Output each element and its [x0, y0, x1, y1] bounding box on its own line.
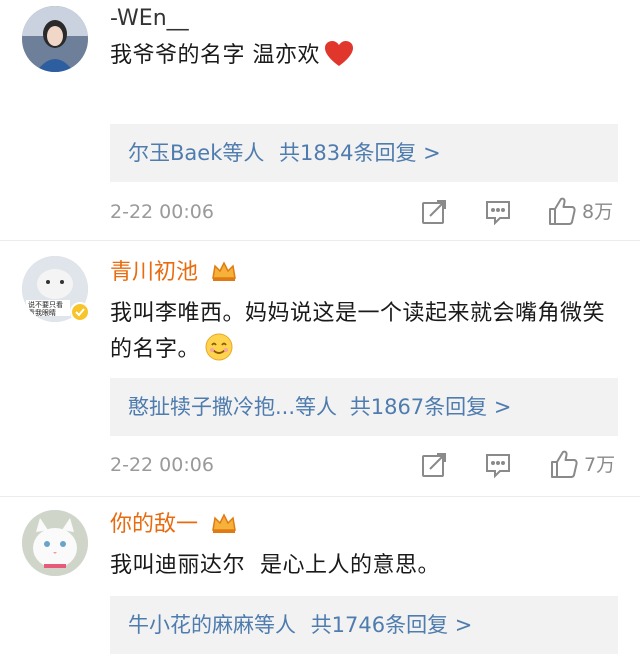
vip-crown-icon — [211, 512, 237, 541]
repost-icon[interactable] — [420, 451, 448, 479]
reply-users: 憨扯犊子撒冷抱...等人 — [128, 395, 338, 419]
avatar[interactable] — [22, 510, 88, 576]
username[interactable]: 青川初池 — [110, 260, 237, 289]
comment-icon[interactable] — [484, 451, 512, 479]
username[interactable]: 你的敌一 — [110, 512, 237, 541]
reply-users: 尔玉Baek等人 — [128, 141, 265, 165]
like-icon[interactable] — [550, 449, 578, 478]
smile-icon — [204, 332, 234, 374]
comment-text-content: 我叫李唯西。妈妈说这是一个读起来就会嘴角微笑的名字。 — [110, 301, 606, 362]
comment-text: 我叫李唯西。妈妈说这是一个读起来就会嘴角微笑的名字。 — [110, 296, 610, 374]
username-text: 青川初池 — [110, 260, 199, 285]
reply-users: 牛小花的麻麻等人 — [128, 613, 296, 637]
comment-text: 我爷爷的名字 温亦欢 — [110, 38, 610, 80]
divider — [0, 496, 640, 497]
reply-count: 共1834条回复 > — [279, 141, 441, 165]
username-text: 你的敌一 — [110, 512, 199, 537]
like-icon[interactable] — [548, 196, 576, 225]
reply-summary[interactable]: 憨扯犊子撒冷抱...等人 共1867条回复 > — [110, 378, 618, 436]
avatar[interactable] — [22, 6, 88, 72]
svg-text:说不要只看: 说不要只看 — [28, 300, 63, 309]
like-count: 8万 — [582, 201, 614, 223]
reply-summary[interactable]: 牛小花的麻麻等人 共1746条回复 > — [110, 596, 618, 654]
comment-icon[interactable] — [484, 198, 512, 226]
reply-count: 共1746条回复 > — [310, 613, 473, 637]
comment-text: 我叫迪丽达尔 是心上人的意思。 — [110, 553, 440, 578]
comment-time: 2-22 00:06 — [110, 454, 214, 476]
divider — [0, 240, 640, 241]
like-count: 7万 — [584, 454, 616, 476]
heart-icon — [324, 40, 354, 80]
comment-text-content: 我爷爷的名字 温亦欢 — [110, 43, 320, 68]
reply-summary[interactable]: 尔玉Baek等人 共1834条回复 > — [110, 124, 618, 182]
verified-badge-icon — [70, 302, 90, 322]
repost-icon[interactable] — [420, 198, 448, 226]
svg-text:看我眼睛: 看我眼睛 — [28, 308, 56, 317]
reply-count: 共1867条回复 > — [349, 395, 512, 419]
username[interactable]: -WEn__ — [110, 6, 189, 32]
vip-crown-icon — [211, 260, 237, 289]
comment-time: 2-22 00:06 — [110, 201, 214, 223]
